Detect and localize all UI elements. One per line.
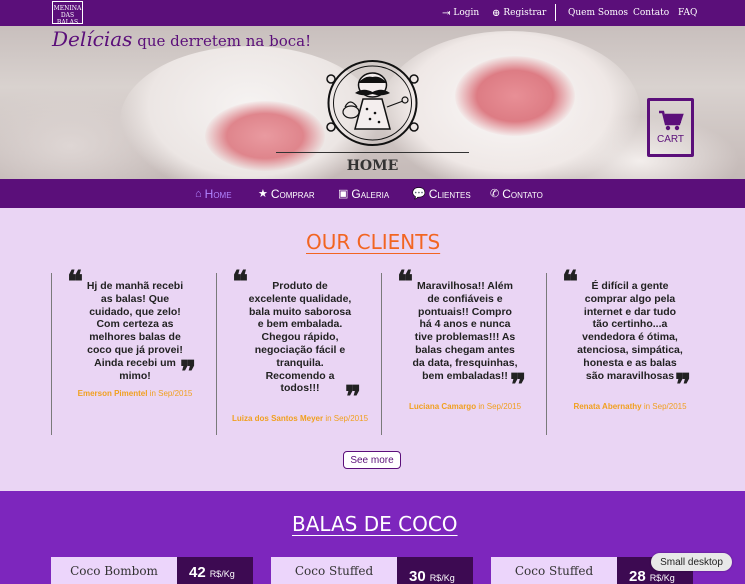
- product-name: Coco Stuffed: [491, 557, 617, 584]
- hero-divider: [276, 152, 469, 153]
- quote-close-icon: ❞: [510, 368, 527, 403]
- products-section-title: BALAS DE COCO: [292, 512, 458, 536]
- mascot-emblem-icon: [326, 60, 419, 146]
- nav-home[interactable]: ⌂ Home: [195, 179, 232, 208]
- comments-icon: 💬: [412, 188, 426, 200]
- about-link[interactable]: Quem Somos: [568, 0, 628, 26]
- viewport-size-badge: Small desktop: [651, 553, 732, 571]
- nav-home-label: Home: [204, 186, 232, 201]
- tagline-emphasis: Delícias: [52, 27, 133, 51]
- testimonial-card: ❝ É difícil a gente comprar algo pela in…: [546, 268, 712, 435]
- plus-circle-icon: ⊕: [492, 7, 501, 19]
- quote-close-icon: ❞: [180, 355, 197, 390]
- quote-open-icon: ❝: [562, 265, 579, 300]
- nav-contato-label: Contato: [502, 186, 543, 201]
- product-card[interactable]: Coco Bombom 42 R$/Kg: [51, 557, 253, 584]
- testimonial-author: Renata Abernathy in Sep/2015: [573, 402, 687, 411]
- product-name: Coco Bombom: [51, 557, 177, 584]
- nav-comprar-label: Comprar: [270, 186, 315, 201]
- image-icon: ▣: [338, 188, 349, 200]
- faq-link[interactable]: FAQ: [678, 0, 697, 26]
- cart-label: CART: [656, 134, 685, 145]
- main-nav: ⌂ Home ★ Comprar ▣ Galeria 💬 Clientes ✆ …: [0, 179, 745, 208]
- topnav-divider: [555, 4, 556, 21]
- testimonial-author: Luiza dos Santos Meyer in Sep/2015: [231, 414, 369, 423]
- nav-galeria[interactable]: ▣ Galeria: [338, 179, 389, 208]
- product-price: 42 R$/Kg: [177, 557, 253, 584]
- clients-section-title: OUR CLIENTS: [306, 230, 441, 254]
- top-bar: MENINA DAS BALAS ⇥ Login ⊕ Registrar Quem …: [0, 0, 745, 26]
- page-title: HOME: [346, 158, 399, 174]
- testimonial-text: Maravilhosa!! Além de confiáveis e pontu…: [412, 280, 518, 382]
- register-link[interactable]: ⊕ Registrar: [492, 0, 546, 26]
- testimonial-card: ❝ Hj de manhã recebi as balas! Que cuida…: [51, 268, 217, 435]
- quote-open-icon: ❝: [397, 265, 414, 300]
- testimonial-card: ❝ Maravilhosa!! Além de confiáveis e pon…: [381, 268, 547, 435]
- login-label: Login: [453, 8, 480, 18]
- nav-galeria-label: Galeria: [351, 186, 390, 201]
- sign-in-icon: ⇥: [442, 7, 451, 19]
- phone-icon: ✆: [490, 188, 500, 200]
- testimonial-author: Emerson Pimentel in Sep/2015: [77, 389, 193, 398]
- product-price: 30 R$/Kg: [397, 557, 473, 584]
- home-icon: ⌂: [195, 187, 202, 200]
- product-name: Coco Stuffed: [271, 557, 397, 584]
- shopping-cart-icon: [658, 110, 684, 131]
- testimonial-text: Produto de excelente qualidade, bala mui…: [248, 280, 352, 395]
- register-label: Registrar: [503, 8, 547, 18]
- products-section: BALAS DE COCO Coco Bombom 42 R$/Kg Coco S…: [0, 491, 745, 584]
- brand-logo[interactable]: MENINA DAS BALAS: [52, 1, 83, 26]
- testimonial-author: Luciana Camargo in Sep/2015: [408, 402, 522, 411]
- quote-open-icon: ❝: [232, 265, 249, 300]
- nav-clientes[interactable]: 💬 Clientes: [412, 179, 471, 208]
- testimonial-text: Hj de manhã recebi as balas! Que cuidado…: [86, 280, 184, 382]
- contact-link[interactable]: Contato: [633, 0, 669, 26]
- cart-button[interactable]: CART: [647, 98, 694, 157]
- nav-clientes-label: Clientes: [428, 186, 471, 201]
- testimonial-card: ❝ Produto de excelente qualidade, bala m…: [216, 268, 382, 435]
- product-card[interactable]: Coco Stuffed 30 R$/Kg: [271, 557, 473, 584]
- quote-open-icon: ❝: [67, 265, 84, 300]
- login-link[interactable]: ⇥ Login: [442, 0, 479, 26]
- nav-comprar[interactable]: ★ Comprar: [258, 179, 315, 208]
- nav-contato[interactable]: ✆ Contato: [490, 179, 543, 208]
- tagline-rest: que derretem na boca!: [132, 32, 312, 50]
- star-icon: ★: [258, 188, 268, 200]
- see-more-button[interactable]: See more: [343, 451, 401, 469]
- hero-banner: Delícias que derretem na boca! HOME CART: [0, 26, 745, 179]
- quote-close-icon: ❞: [675, 368, 692, 403]
- quote-close-icon: ❞: [345, 380, 362, 415]
- testimonial-text: É difícil a gente comprar algo pela inte…: [577, 280, 683, 382]
- hero-tagline: Delícias que derretem na boca!: [52, 27, 311, 51]
